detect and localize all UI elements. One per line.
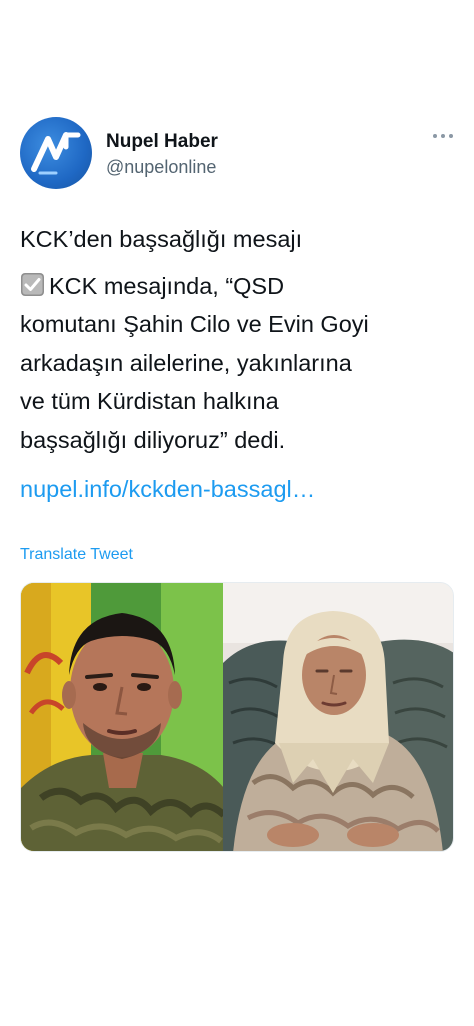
tweet-line-text: KCK mesajında, “QSD bbox=[49, 272, 285, 299]
media-photo-man[interactable] bbox=[21, 583, 224, 851]
tweet-media[interactable] bbox=[20, 582, 454, 852]
author-handle[interactable]: @nupelonline bbox=[106, 157, 216, 178]
tweet-line: ve tüm Kürdistan halkına bbox=[20, 388, 279, 414]
check-box-icon bbox=[21, 272, 44, 296]
tweet-header: Nupel Haber @nupelonline bbox=[20, 117, 454, 189]
tweet-page: Nupel Haber @nupelonline KCK’den başsağl… bbox=[0, 0, 474, 1026]
avatar[interactable] bbox=[20, 117, 92, 189]
tweet-line: arkadaşın ailelerine, yakınlarına bbox=[20, 349, 352, 376]
tweet-line: KCK mesajında, “QSD bbox=[20, 267, 460, 306]
translate-tweet-link[interactable]: Translate Tweet bbox=[20, 546, 133, 564]
portrait-woman-image bbox=[223, 583, 453, 851]
tweet-title: KCK’den başsağlığı mesajı bbox=[20, 226, 303, 252]
tweet-line: başsağlığı diliyoruz” dedi. bbox=[20, 426, 286, 453]
nupel-logo-icon bbox=[31, 132, 81, 175]
author-name[interactable]: Nupel Haber bbox=[106, 131, 218, 153]
tweet-text: KCK’den başsağlığı mesajı KCK mesajında,… bbox=[20, 220, 460, 459]
portrait-man-image bbox=[21, 583, 224, 851]
more-dots-icon[interactable] bbox=[432, 131, 454, 141]
article-link[interactable]: nupel.info/kckden-bassagl… bbox=[20, 476, 315, 503]
tweet-line: komutanı Şahin Cilo ve Evin Goyi bbox=[20, 311, 369, 337]
media-photo-woman[interactable] bbox=[223, 583, 453, 851]
